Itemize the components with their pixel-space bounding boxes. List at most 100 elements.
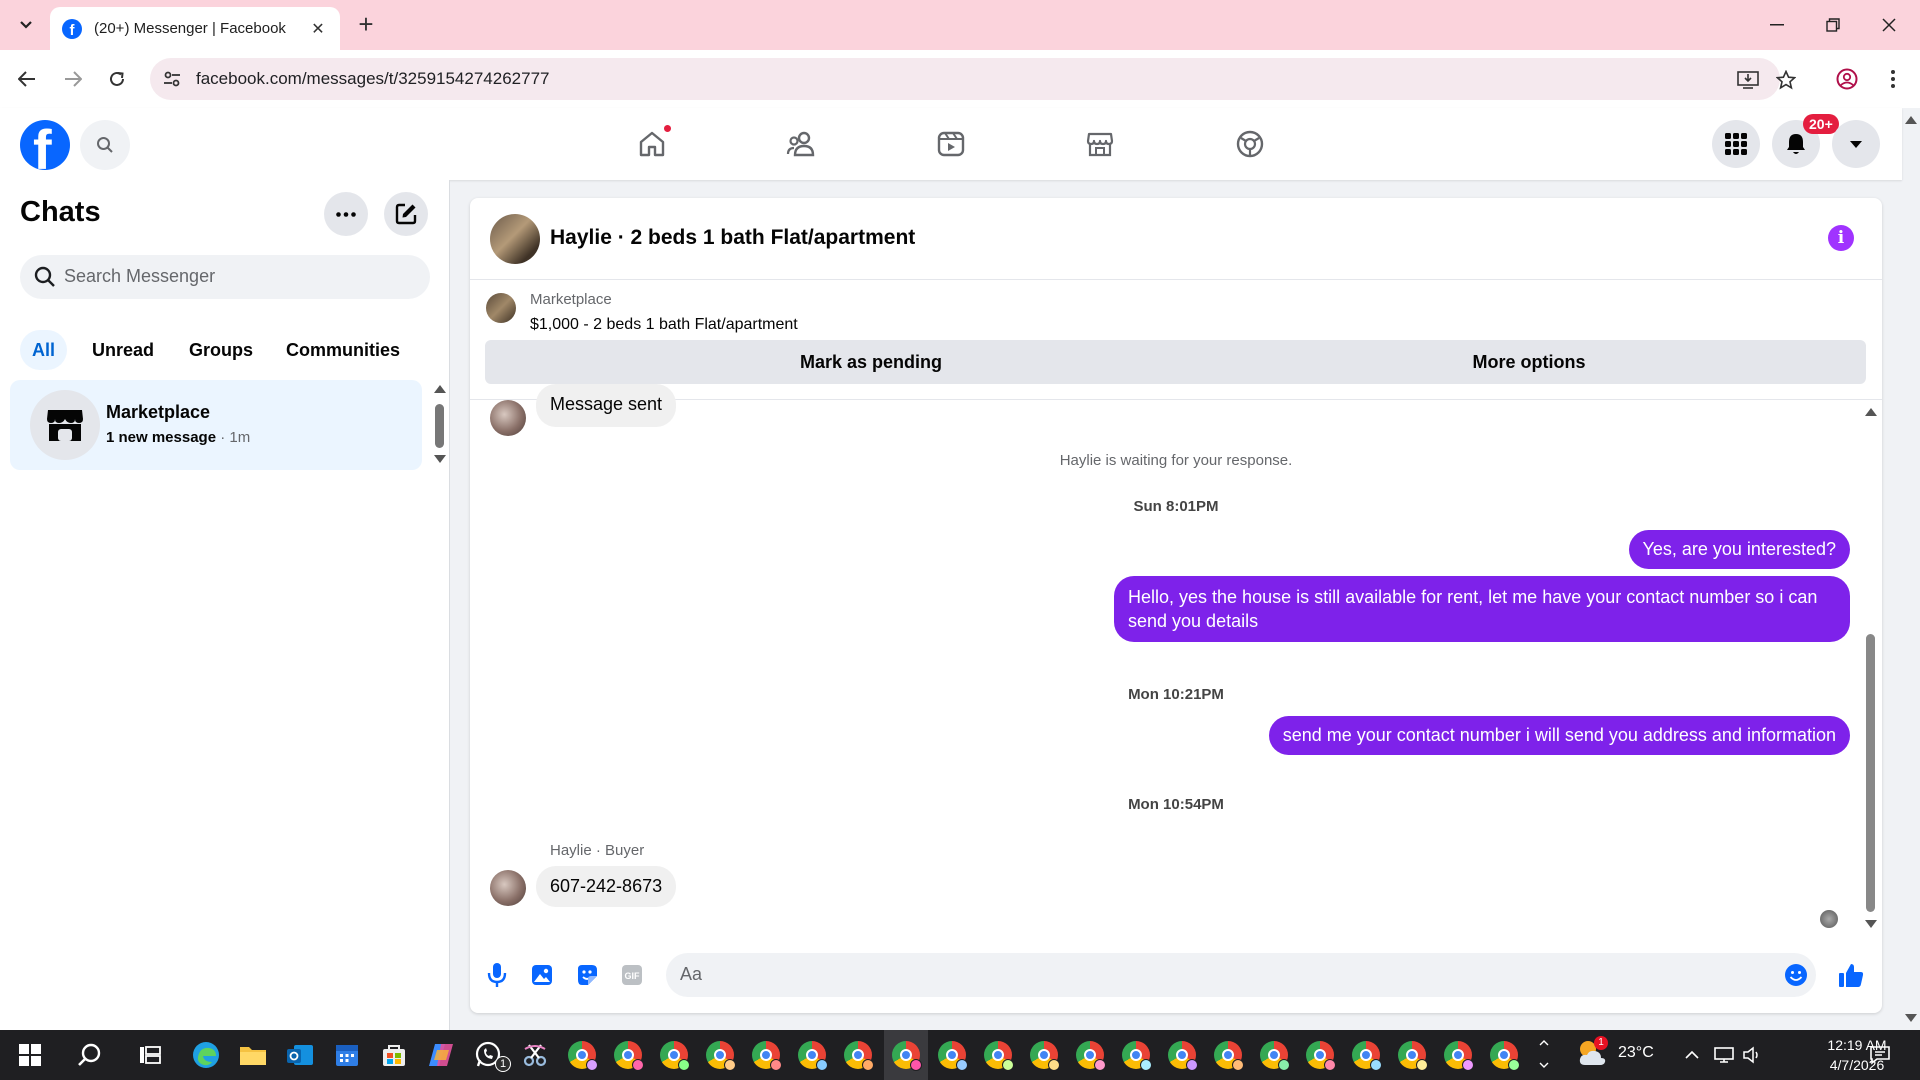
more-options-button[interactable]: More options [1192, 340, 1866, 384]
chrome-icon [752, 1041, 782, 1071]
taskbar-chrome-window[interactable] [704, 1039, 736, 1071]
network-icon [1714, 1047, 1734, 1063]
nav-friends[interactable] [771, 120, 831, 168]
taskbar-chrome-window-active[interactable] [890, 1039, 922, 1071]
account-menu-button[interactable] [1832, 120, 1880, 168]
page-scroll-up-arrow[interactable] [1905, 116, 1917, 124]
taskbar-outlook[interactable] [284, 1039, 316, 1071]
taskbar-chrome-window[interactable] [566, 1039, 598, 1071]
voice-clip-button[interactable] [482, 960, 512, 990]
taskbar-edge[interactable] [190, 1039, 222, 1071]
messenger-search-input[interactable]: Search Messenger [20, 255, 430, 299]
taskbar-chrome-window[interactable] [612, 1039, 644, 1071]
filter-communities[interactable]: Communities [274, 330, 412, 370]
facebook-logo-icon[interactable]: f [20, 120, 70, 170]
taskbar-chrome-window[interactable] [1396, 1039, 1428, 1071]
conversation-title[interactable]: Haylie · 2 beds 1 bath Flat/apartment [550, 226, 915, 250]
tab-search-button[interactable] [10, 10, 42, 40]
taskbar-chrome-window[interactable] [796, 1039, 828, 1071]
bookmark-button[interactable] [1774, 68, 1798, 92]
gif-button[interactable]: GIF [617, 960, 647, 990]
chat-list-scroll-up[interactable] [434, 385, 446, 393]
filter-groups[interactable]: Groups [177, 330, 265, 370]
nav-gaming[interactable] [1220, 120, 1280, 168]
taskbar-chrome-window[interactable] [1120, 1039, 1152, 1071]
page-scroll-down-arrow[interactable] [1905, 1014, 1917, 1022]
chrome-icon [798, 1041, 828, 1071]
taskbar-chrome-window[interactable] [1442, 1039, 1474, 1071]
taskbar-chrome-window[interactable] [1350, 1039, 1382, 1071]
new-tab-button[interactable]: + [352, 11, 380, 39]
message-input[interactable]: Aa [666, 953, 1816, 997]
taskbar-chrome-window[interactable] [1166, 1039, 1198, 1071]
taskbar-store[interactable] [378, 1039, 410, 1071]
taskbar-chrome-window[interactable] [1258, 1039, 1290, 1071]
menu-grid-button[interactable] [1712, 120, 1760, 168]
notification-center-button[interactable] [1864, 1039, 1896, 1071]
back-button[interactable] [12, 64, 42, 94]
taskbar-chrome-window[interactable] [658, 1039, 690, 1071]
emoji-icon[interactable] [1784, 963, 1808, 987]
thread-scrollbar-thumb[interactable] [1866, 634, 1875, 912]
address-bar[interactable]: facebook.com/messages/t/3259154274262777 [150, 58, 1796, 100]
sticker-button[interactable] [572, 960, 602, 990]
close-window-button[interactable] [1866, 10, 1912, 40]
taskbar-chrome-window[interactable] [1488, 1039, 1520, 1071]
taskbar-chrome-window[interactable] [842, 1039, 874, 1071]
taskbar-chrome-window[interactable] [982, 1039, 1014, 1071]
mark-as-pending-button[interactable]: Mark as pending [485, 340, 1257, 384]
nav-home[interactable] [622, 120, 682, 168]
facebook-search-button[interactable] [80, 120, 130, 170]
browser-menu-button[interactable] [1878, 64, 1908, 94]
taskbar-chrome-window[interactable] [1212, 1039, 1244, 1071]
taskbar-overflow-scroll[interactable] [1528, 1032, 1560, 1076]
chat-list-scrollbar-thumb[interactable] [435, 404, 444, 448]
filter-all[interactable]: All [20, 330, 68, 370]
taskbar-copilot[interactable] [425, 1039, 457, 1071]
taskbar-file-explorer[interactable] [237, 1039, 269, 1071]
contact-avatar[interactable] [490, 214, 540, 264]
taskbar-chrome-window[interactable] [1304, 1039, 1336, 1071]
message-bubble-partial: Message sent [536, 384, 677, 427]
browser-tab-messenger[interactable]: f (20+) Messenger | Facebook ✕ [50, 7, 340, 50]
taskbar-search-button[interactable] [74, 1039, 106, 1071]
site-settings-icon[interactable] [162, 69, 182, 89]
sender-avatar[interactable] [490, 870, 526, 906]
thread-scroll-up[interactable] [1865, 408, 1877, 416]
nav-marketplace[interactable] [1070, 120, 1130, 168]
show-hidden-icons-button[interactable] [1676, 1039, 1708, 1071]
nav-video[interactable] [921, 120, 981, 168]
listing-thumbnail[interactable] [486, 293, 516, 323]
chat-options-button[interactable] [324, 192, 368, 236]
restore-button[interactable] [1810, 10, 1856, 40]
restore-icon [1826, 18, 1840, 32]
new-message-button[interactable] [384, 192, 428, 236]
taskbar-chrome-window[interactable] [936, 1039, 968, 1071]
task-view-button[interactable] [134, 1039, 166, 1071]
like-send-button[interactable] [1836, 960, 1866, 990]
minimize-button[interactable] [1754, 10, 1800, 40]
taskbar-chrome-window[interactable] [1074, 1039, 1106, 1071]
chrome-icon [706, 1041, 736, 1071]
listing-price-title[interactable]: $1,000 - 2 beds 1 bath Flat/apartment [530, 316, 798, 334]
thread-scroll-down[interactable] [1865, 920, 1877, 928]
start-button[interactable] [14, 1039, 46, 1071]
taskbar-chrome-window[interactable] [750, 1039, 782, 1071]
volume-status[interactable] [1736, 1039, 1768, 1071]
timestamp-divider: Mon 10:21PM [1128, 686, 1224, 703]
profile-button[interactable] [1832, 64, 1862, 94]
svg-text:GIF: GIF [625, 971, 641, 981]
tab-close-icon[interactable]: ✕ [308, 19, 328, 39]
chat-item-marketplace[interactable]: Marketplace 1 new message · 1m [10, 380, 422, 470]
taskbar-snipping-tool[interactable] [519, 1039, 551, 1071]
install-app-button[interactable] [1736, 68, 1760, 92]
taskbar-chrome-window[interactable] [1028, 1039, 1060, 1071]
weather-temperature[interactable]: 23°C [1618, 1044, 1654, 1062]
reload-button[interactable] [102, 64, 132, 94]
chat-list-scroll-down[interactable] [434, 455, 446, 463]
taskbar-calendar[interactable] [331, 1039, 363, 1071]
attach-photo-button[interactable] [527, 960, 557, 990]
conversation-info-icon[interactable]: i [1828, 225, 1854, 251]
forward-button[interactable] [58, 64, 88, 94]
filter-unread[interactable]: Unread [80, 330, 166, 370]
